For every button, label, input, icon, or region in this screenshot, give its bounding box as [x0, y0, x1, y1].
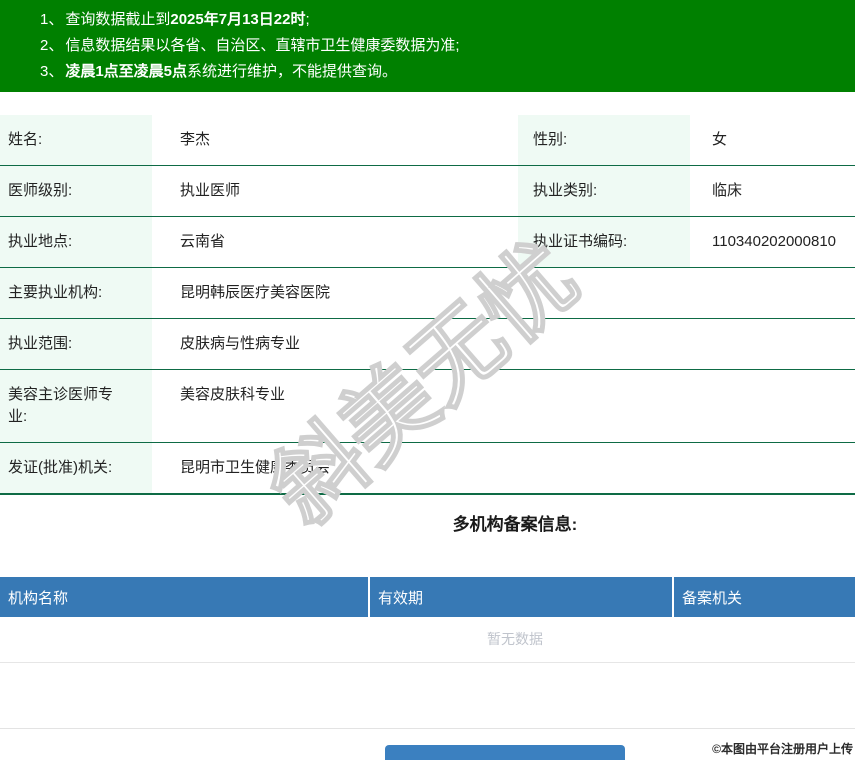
notice-line-3: 3、 凌晨1点至凌晨5点系统进行维护，不能提供查询。 — [40, 59, 855, 85]
doctor-level-value: 执业医师 — [152, 165, 518, 217]
notice-banner: 1、 查询数据截止到2025年7月13日22时; 2、 信息数据结果以各省、自治区、… — [0, 0, 855, 92]
physician-profile-table: 姓名: 李杰 性别: 女 医师级别: 执业医师 执业类别: 临床 执业地点: 云… — [0, 115, 855, 495]
practice-scope-label: 执业范围: — [0, 318, 152, 370]
photo-credit-watermark: ©本图由平台注册用户上传 — [712, 742, 853, 756]
table-row: 发证(批准)机关: 昆明市卫生健康委员会 — [0, 442, 855, 495]
certificate-number-label: 执业证书编码: — [518, 216, 690, 268]
issuing-authority-value: 昆明市卫生健康委员会 — [152, 442, 855, 495]
registration-section-title: 多机构备案信息: — [452, 515, 578, 534]
practice-location-label: 执业地点: — [0, 216, 152, 268]
registration-table: 机构名称 有效期 备案机关 暂无数据 — [0, 577, 855, 663]
practice-scope-value: 皮肤病与性病专业 — [152, 318, 855, 370]
notice-text: ; — [305, 11, 310, 28]
main-institution-label: 主要执业机构: — [0, 267, 152, 319]
practice-category-label: 执业类别: — [518, 165, 690, 217]
doctor-level-label: 医师级别: — [0, 165, 152, 217]
notice-number: 3、 — [40, 63, 64, 80]
col-header-filing-authority: 备案机关 — [672, 577, 855, 617]
notice-text: 信息数据结果以各省、自治区、直辖市卫生健康委数据为准; — [65, 37, 460, 54]
notice-text: 查询数据截止到 — [65, 11, 171, 28]
notice-text-bold: 2025年7月13日22时 — [170, 11, 306, 28]
notice-line-2: 2、 信息数据结果以各省、自治区、直辖市卫生健康委数据为准; — [40, 33, 855, 59]
table-row: 美容主诊医师专业: 美容皮肤科专业 — [0, 369, 855, 443]
col-header-validity-period: 有效期 — [368, 577, 673, 617]
table-row: 执业范围: 皮肤病与性病专业 — [0, 318, 855, 370]
cosmetic-specialty-label: 美容主诊医师专业: — [0, 369, 152, 443]
name-value: 李杰 — [152, 115, 518, 166]
license-query-result-page: 1、 查询数据截止到2025年7月13日22时; 2、 信息数据结果以各省、自治区、… — [0, 0, 855, 760]
practice-category-value: 临床 — [690, 165, 855, 217]
gender-value: 女 — [690, 115, 855, 166]
practice-location-value: 云南省 — [152, 216, 518, 268]
close-window-button[interactable]: 【关闭窗口】 — [385, 744, 625, 760]
notice-number: 2、 — [40, 37, 64, 54]
gender-label: 性别: — [518, 115, 690, 166]
no-data-placeholder: 暂无数据 — [0, 617, 855, 663]
notice-number: 1、 — [40, 11, 64, 28]
certificate-number-value: 110340202000810 — [690, 216, 855, 268]
col-header-institution-name: 机构名称 — [0, 577, 369, 617]
name-label: 姓名: — [0, 115, 152, 166]
table-row: 姓名: 李杰 性别: 女 — [0, 115, 855, 166]
table-row: 医师级别: 执业医师 执业类别: 临床 — [0, 165, 855, 217]
notice-text: 系统进行维护，不能提供查询。 — [187, 63, 398, 80]
table-row: 暂无数据 — [0, 617, 855, 663]
content-container: 1、 查询数据截止到2025年7月13日22时; 2、 信息数据结果以各省、自治区、… — [0, 0, 855, 760]
table-row: 执业地点: 云南省 执业证书编码: 110340202000810 — [0, 216, 855, 268]
notice-line-1: 1、 查询数据截止到2025年7月13日22时; — [40, 7, 855, 33]
notice-text-bold: 凌晨1点至凌晨5点 — [65, 63, 188, 80]
main-institution-value: 昆明韩辰医疗美容医院 — [152, 267, 855, 319]
cosmetic-specialty-value: 美容皮肤科专业 — [152, 369, 855, 443]
table-row: 主要执业机构: 昆明韩辰医疗美容医院 — [0, 267, 855, 319]
registration-header-row: 机构名称 有效期 备案机关 — [0, 577, 855, 617]
issuing-authority-label: 发证(批准)机关: — [0, 442, 152, 495]
